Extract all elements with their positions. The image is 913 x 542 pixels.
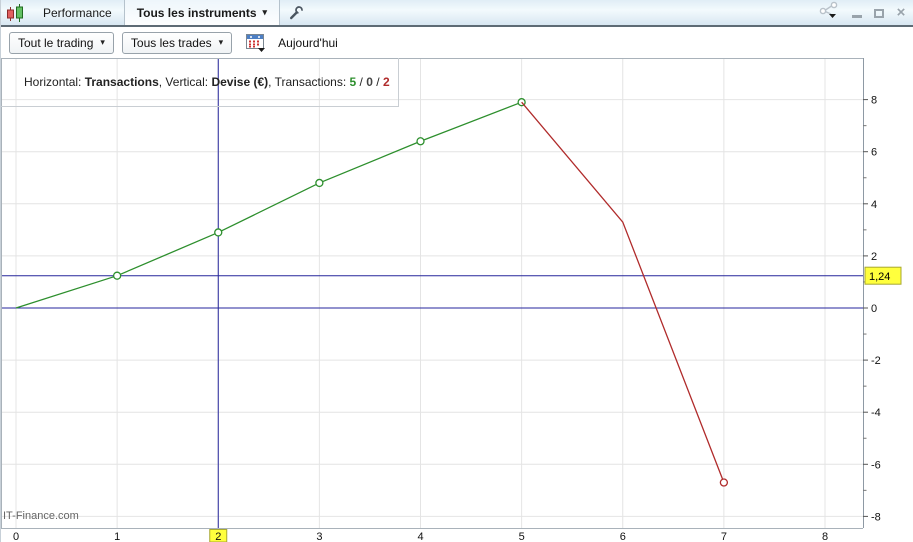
settings-wrench-icon[interactable] [280, 0, 312, 25]
candlestick-chart-icon [1, 0, 31, 25]
chevron-down-icon: ▾ [218, 37, 224, 47]
svg-text:-4: -4 [871, 407, 881, 419]
chevron-down-icon: ▾ [262, 7, 268, 17]
losing-trades-count: 2 [382, 75, 390, 89]
trades-filter-dropdown[interactable]: Tous les trades ▾ [121, 31, 233, 54]
minimize-button[interactable] [850, 6, 864, 20]
svg-text:0: 0 [13, 531, 19, 542]
window-controls: × [818, 0, 913, 25]
svg-text:0: 0 [871, 303, 877, 315]
share-link-icon[interactable] [818, 1, 842, 24]
trading-scope-dropdown[interactable]: Tout le trading ▾ [9, 31, 114, 54]
svg-text:-2: -2 [871, 355, 881, 367]
chevron-down-icon: ▾ [100, 37, 105, 47]
filter-toolbar: Tout le trading ▾ Tous les trades ▾ Aujo… [1, 27, 913, 58]
calendar-icon[interactable] [246, 33, 268, 53]
horizontal-axis-label: Horizontal: [24, 75, 85, 89]
svg-text:2: 2 [871, 251, 877, 263]
vertical-axis-value: Devise (€) [211, 75, 269, 89]
svg-text:5: 5 [519, 531, 525, 542]
svg-text:8: 8 [822, 531, 828, 542]
svg-text:-8: -8 [871, 511, 881, 523]
horizontal-axis-value: Transactions [84, 75, 159, 89]
chart-axes-summary: Horizontal: Transactions, Vertical: Devi… [1, 58, 399, 107]
transactions-count-label: Transactions: [274, 75, 350, 89]
tab-tous-les-instruments[interactable]: Tous les instruments ▾ [123, 0, 281, 25]
svg-text:4: 4 [417, 531, 423, 542]
maximize-button[interactable] [872, 6, 886, 20]
trades-filter-label: Tous les trades [130, 35, 212, 50]
neutral-trades-count: 0 [366, 75, 373, 89]
tab-instruments-label: Tous les instruments [136, 5, 257, 20]
close-button[interactable]: × [894, 5, 908, 20]
svg-text:4: 4 [871, 199, 877, 211]
vertical-axis-label: Vertical: [165, 75, 212, 89]
svg-text:7: 7 [721, 531, 727, 542]
svg-text:3: 3 [316, 531, 322, 542]
svg-text:-6: -6 [871, 459, 881, 471]
svg-text:6: 6 [871, 147, 877, 159]
tab-bar: Performance Tous les instruments ▾ × [1, 0, 913, 27]
tab-performance-label: Performance [43, 5, 112, 20]
svg-text:1: 1 [114, 531, 120, 542]
trading-scope-label: Tout le trading [18, 35, 94, 50]
equity-curve-chart[interactable]: -8 -6 -4 -2 0 2 4 6 8 1,24 0 1 2 3 4 5 6 7 8 Horizontal: T… [1, 58, 913, 542]
date-range-label: Aujourd'hui [278, 35, 338, 50]
svg-text:1,24: 1,24 [869, 271, 890, 283]
chart-canvas[interactable]: -8-6-4-2024681,240 1 2 3 4 5 6 7 8 [1, 58, 913, 542]
svg-text:6: 6 [620, 531, 626, 542]
svg-text:8: 8 [871, 95, 877, 107]
tab-performance[interactable]: Performance [31, 0, 124, 25]
performance-report-window: Performance Tous les instruments ▾ × Tou… [0, 0, 913, 542]
svg-text:2: 2 [215, 531, 221, 542]
it-finance-watermark: IT-Finance.com [3, 510, 79, 522]
